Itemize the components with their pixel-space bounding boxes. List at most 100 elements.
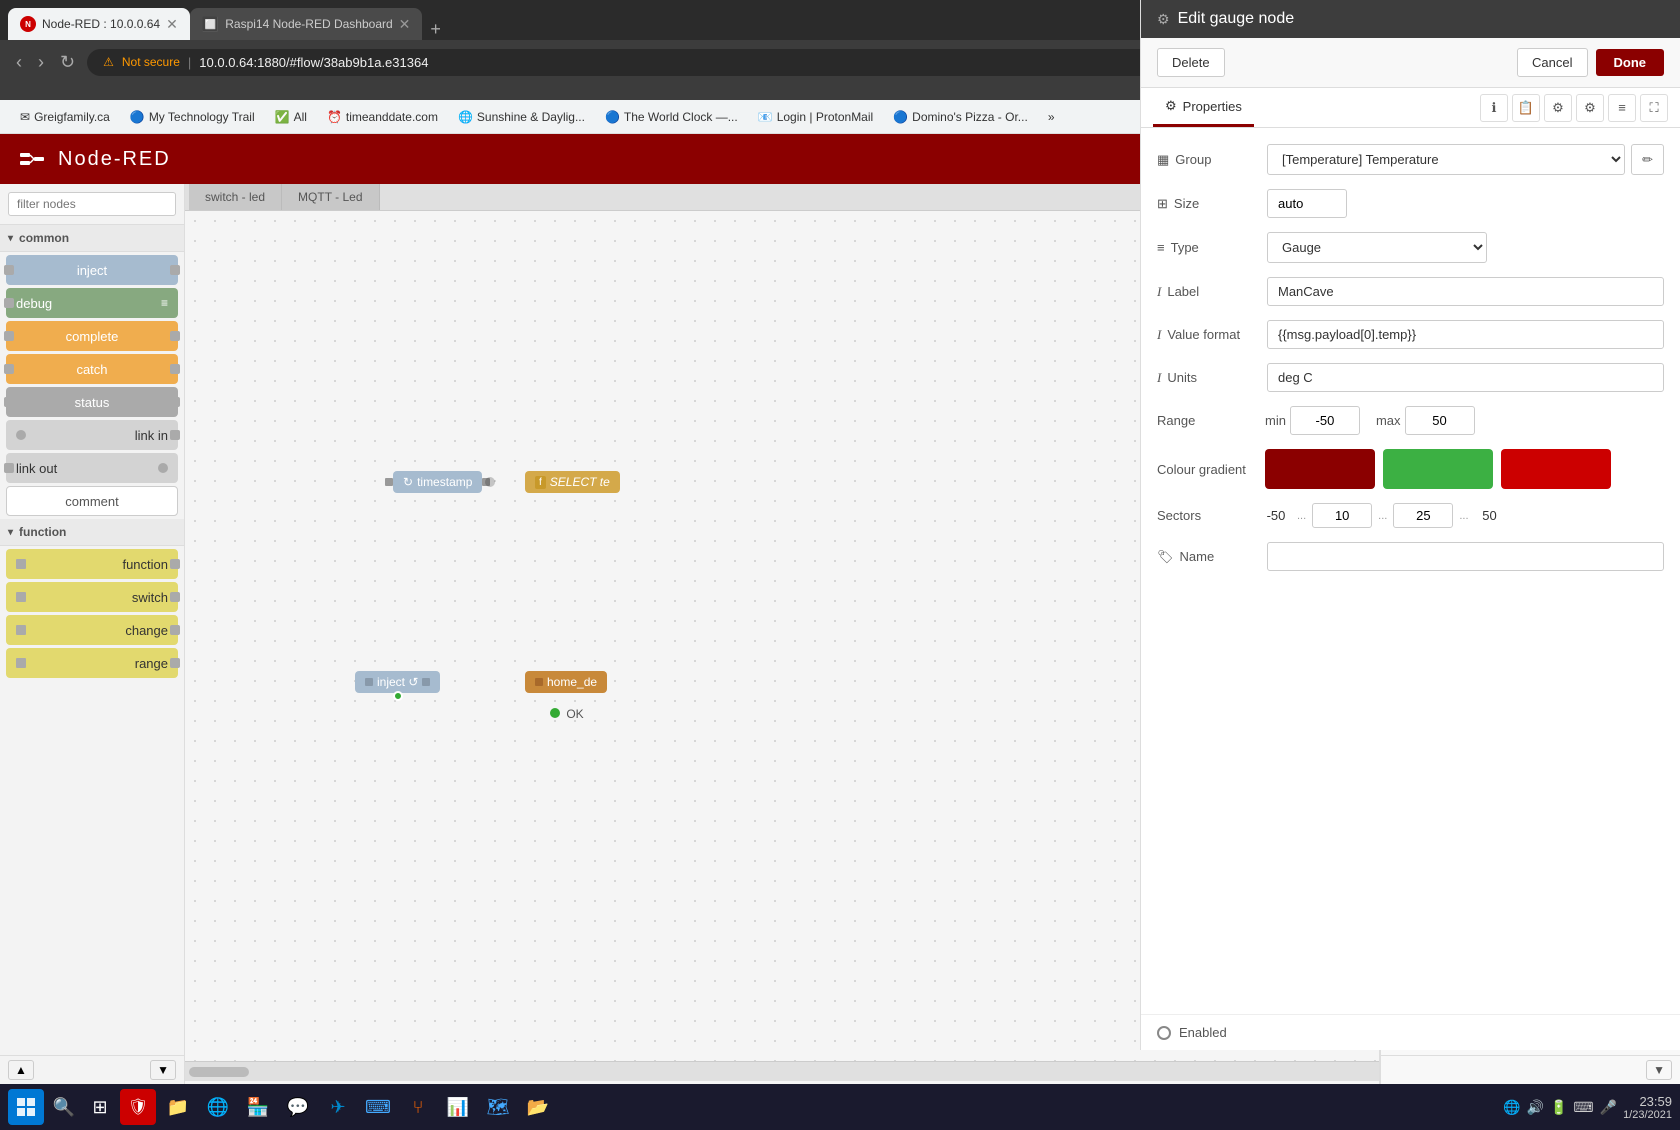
tray-network-icon[interactable]: 🌐 (1503, 1099, 1520, 1116)
range-max-part: max (1368, 406, 1475, 435)
units-input[interactable] (1267, 363, 1664, 392)
tray-volume-icon[interactable]: 🔊 (1527, 1099, 1544, 1116)
tray-keyboard-icon[interactable]: ⌨ (1573, 1099, 1593, 1116)
size-input[interactable] (1267, 189, 1347, 218)
complete-port-left (4, 331, 14, 341)
colour-swatch-2[interactable] (1383, 449, 1493, 489)
start-button[interactable] (8, 1089, 44, 1125)
taskbar-app-chrome[interactable]: 🌐 (200, 1089, 236, 1125)
range-max-input[interactable] (1405, 406, 1475, 435)
canvas-node-select[interactable]: f SELECT te (525, 471, 620, 493)
sector-input-2[interactable] (1393, 503, 1453, 528)
range-min-input[interactable] (1290, 406, 1360, 435)
sidebar-item-linkin[interactable]: link in (6, 420, 178, 450)
address-separator: | (188, 55, 191, 70)
bookmark-dominos[interactable]: 🔵 Domino's Pizza - Or... (885, 106, 1036, 128)
form-row-type: ≡ Type Gauge (1157, 232, 1664, 263)
sidebar-item-change[interactable]: change (6, 615, 178, 645)
tab-raspi[interactable]: 🔲 Raspi14 Node-RED Dashboard ✕ (190, 8, 423, 40)
canvas-scroll-thumb[interactable] (189, 1067, 249, 1077)
bookmark-all[interactable]: ✅ All (267, 106, 315, 128)
tab-node-red[interactable]: N Node-RED : 10.0.0.64 ✕ (8, 8, 190, 40)
taskbar-app-discord[interactable]: 💬 (280, 1089, 316, 1125)
nr-logo-icon (16, 143, 48, 175)
address-text: 10.0.0.64:1880/#flow/38ab9b1a.e31364 (199, 55, 428, 70)
bookmark-more[interactable]: » (1040, 106, 1063, 128)
flow-tab-mqtt[interactable]: MQTT - Led (282, 184, 379, 210)
form-row-colour-gradient: Colour gradient (1157, 449, 1664, 489)
taskbar-app-filemanager[interactable]: 📂 (520, 1089, 556, 1125)
tab-raspi-close[interactable]: ✕ (399, 16, 411, 33)
node-range-label: range (135, 656, 168, 671)
range-port-left (16, 658, 26, 668)
name-input[interactable] (1267, 542, 1664, 571)
colour-swatch-1[interactable] (1265, 449, 1375, 489)
canvas-node-inject2[interactable]: inject ↺ (355, 671, 440, 693)
maps-icon: 🗺 (487, 1097, 510, 1118)
inject-port-left (4, 265, 14, 275)
enabled-circle-icon[interactable] (1157, 1026, 1171, 1040)
canvas-scrollbar[interactable] (185, 1061, 1379, 1081)
taskbar-app-file[interactable]: 📁 (160, 1089, 196, 1125)
colour-swatch-3[interactable] (1501, 449, 1611, 489)
sidebar-scroll-up[interactable]: ▲ (8, 1060, 34, 1080)
search-input[interactable] (8, 192, 176, 216)
bookmark-sunshine[interactable]: 🌐 Sunshine & Daylig... (450, 106, 593, 128)
flow-tab-switch-led[interactable]: switch - led (189, 184, 282, 210)
canvas-node-home-de[interactable]: home_de (525, 671, 607, 693)
taskbar-app-git[interactable]: ⑂ (400, 1089, 436, 1125)
bookmark-mytech[interactable]: 🔵 My Technology Trail (122, 106, 263, 128)
bookmark-greigfamily[interactable]: ✉ Greigfamily.ca (12, 106, 118, 128)
sector-input-1[interactable] (1312, 503, 1372, 528)
sidebar-item-catch[interactable]: catch (6, 354, 178, 384)
sector-start-value: -50 (1261, 508, 1291, 523)
bookmark-protonmail[interactable]: 📧 Login | ProtonMail (750, 106, 881, 128)
sidebar-item-complete[interactable]: complete (6, 321, 178, 351)
sidebar-scroll-down[interactable]: ▼ (150, 1060, 176, 1080)
label-input[interactable] (1267, 277, 1664, 306)
taskbar-app-edge[interactable]: 🛡 (120, 1089, 156, 1125)
taskbar-app-vscode[interactable]: ⌨ (360, 1089, 396, 1125)
sidebar-item-comment[interactable]: comment (6, 486, 178, 516)
form-label-colour-gradient: Colour gradient (1157, 462, 1257, 477)
sidebar-arrows: ▲ ▼ (0, 1055, 184, 1084)
sidebar-item-function[interactable]: function (6, 549, 178, 579)
taskbar-app-excel[interactable]: 📊 (440, 1089, 476, 1125)
bookmark-worldclock[interactable]: 🔵 The World Clock —... (597, 106, 746, 128)
app-container: Node-RED Deploy ▼ ≡ ▾ common (0, 134, 1680, 1084)
taskbar-task-view[interactable]: ⊞ (84, 1091, 116, 1123)
forward-button[interactable]: › (34, 48, 48, 77)
tab-node-red-close[interactable]: ✕ (166, 16, 178, 33)
debug-scroll-down-button[interactable]: ▼ (1646, 1060, 1672, 1080)
form-label-value-format: I Value format (1157, 327, 1257, 343)
back-button[interactable]: ‹ (12, 48, 26, 77)
bookmark-sunshine-icon: 🌐 (458, 110, 473, 124)
sidebar-section-common-header[interactable]: ▾ common (0, 225, 184, 252)
new-tab-button[interactable]: + (422, 19, 449, 40)
refresh-button[interactable]: ↻ (56, 48, 79, 77)
debug-port-left (4, 298, 14, 308)
sidebar-item-range[interactable]: range (6, 648, 178, 678)
sidebar-item-switch[interactable]: switch (6, 582, 178, 612)
units-label-text: Units (1167, 370, 1197, 385)
sidebar-section-function-header[interactable]: ▾ function (0, 519, 184, 546)
canvas-node-timestamp[interactable]: ↻ timestamp (385, 471, 490, 493)
value-format-input[interactable] (1267, 320, 1664, 349)
type-select[interactable]: Gauge (1267, 232, 1487, 263)
tray-speech-icon[interactable]: 🎤 (1600, 1099, 1617, 1116)
label-cursor-icon: I (1157, 284, 1161, 300)
sidebar-item-inject[interactable]: inject (6, 255, 178, 285)
sidebar-item-status[interactable]: status (6, 387, 178, 417)
taskbar-app-maps[interactable]: 🗺 (480, 1089, 516, 1125)
sidebar-item-debug[interactable]: debug ≡ (6, 288, 178, 318)
sidebar-item-linkout[interactable]: link out (6, 453, 178, 483)
form-row-size: ⊞ Size (1157, 189, 1664, 218)
form-row-name: 🏷 Name (1157, 542, 1664, 571)
form-label-label: I Label (1157, 284, 1257, 300)
value-format-cursor-icon: I (1157, 327, 1161, 343)
bookmark-timeanddate[interactable]: ⏰ timeanddate.com (319, 106, 446, 128)
tray-battery-icon[interactable]: 🔋 (1550, 1099, 1567, 1116)
taskbar-app-telegram[interactable]: ✈ (320, 1089, 356, 1125)
taskbar-search[interactable]: 🔍 (48, 1091, 80, 1123)
taskbar-app-store[interactable]: 🏪 (240, 1089, 276, 1125)
